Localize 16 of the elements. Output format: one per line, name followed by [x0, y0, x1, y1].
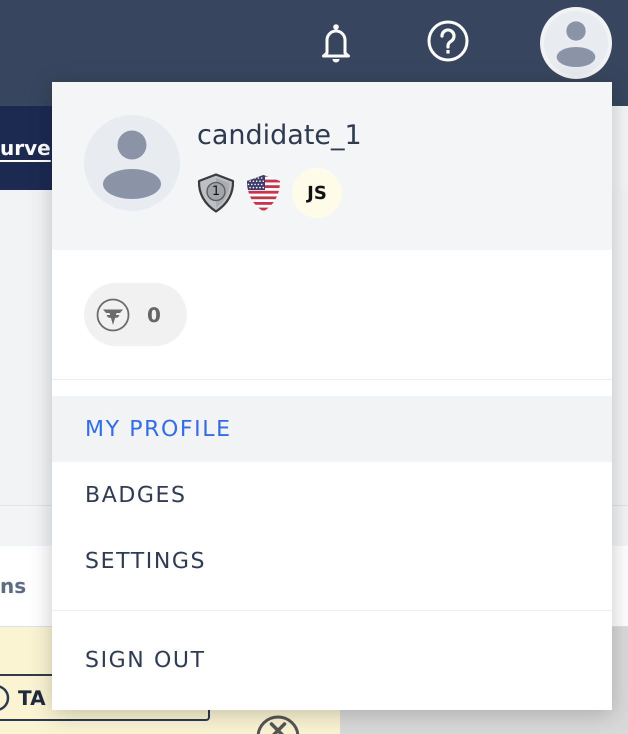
initials-badge: JS [292, 168, 342, 218]
rank-badge: 1 [197, 173, 235, 213]
menu-item[interactable]: SIGN OUT [52, 627, 612, 693]
menu-item[interactable]: BADGES [52, 462, 612, 528]
page-link[interactable]: urve [0, 136, 51, 160]
menu-item[interactable]: MY PROFILE [52, 396, 612, 462]
help-icon[interactable] [427, 20, 469, 62]
points-count: 0 [147, 302, 161, 326]
avatar-icon [544, 11, 608, 75]
section-title: ns [0, 574, 26, 598]
bell-icon[interactable] [319, 23, 353, 63]
avatar-icon [84, 115, 180, 211]
menu-item[interactable]: SETTINGS [52, 528, 612, 594]
close-icon[interactable] [255, 713, 301, 734]
emblem-icon [96, 298, 130, 332]
username: candidate_1 [197, 119, 362, 153]
